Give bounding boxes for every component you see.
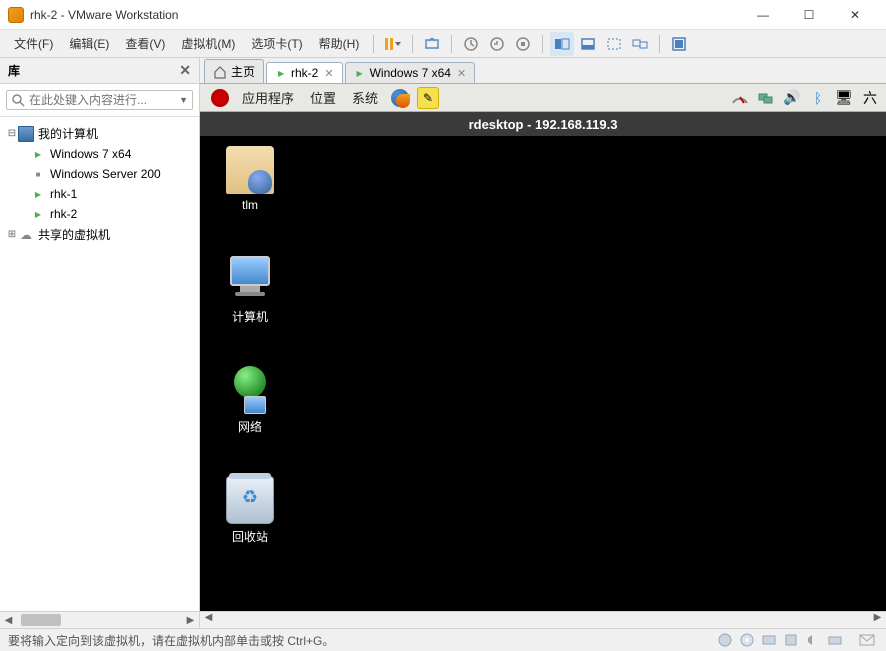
- title-bar: rhk-2 - VMware Workstation — ☐ ✕: [0, 0, 886, 30]
- menu-bar: 文件(F) 编辑(E) 查看(V) 虚拟机(M) 选项卡(T) 帮助(H): [0, 30, 886, 58]
- gnome-system[interactable]: 系统: [344, 85, 386, 110]
- tab-win7[interactable]: Windows 7 x64 ✕: [345, 62, 476, 83]
- display-tray-icon[interactable]: 🖥: [834, 88, 854, 108]
- revert-button[interactable]: [485, 32, 509, 56]
- gnome-applications[interactable]: 应用程序: [234, 85, 302, 110]
- meter-icon[interactable]: [730, 88, 750, 108]
- guest-display[interactable]: rdesktop - 192.168.119.3 tlm 计算机 网络 回收站: [200, 112, 886, 611]
- status-cd-icon[interactable]: [738, 632, 756, 648]
- sidebar-close-button[interactable]: ✕: [179, 62, 191, 79]
- rdesktop-titlebar[interactable]: rdesktop - 192.168.119.3: [200, 112, 886, 136]
- status-net-icon[interactable]: [760, 632, 778, 648]
- menu-file[interactable]: 文件(F): [6, 31, 61, 56]
- fullscreen-button[interactable]: [667, 32, 691, 56]
- library-sidebar: 库 ✕ ▼ ⊟ 我的计算机 Windows 7 x64 Windows Serv…: [0, 58, 200, 628]
- menu-edit[interactable]: 编辑(E): [61, 31, 117, 56]
- unity-button[interactable]: [550, 32, 574, 56]
- tree-vm-rhk1[interactable]: rhk-1: [2, 184, 197, 204]
- desktop-icon-computer[interactable]: 计算机: [210, 256, 290, 325]
- tab-home[interactable]: 主页: [204, 59, 264, 83]
- menu-tabs[interactable]: 选项卡(T): [243, 31, 310, 56]
- volume-icon[interactable]: 🔊: [782, 88, 802, 108]
- minimize-button[interactable]: —: [740, 0, 786, 30]
- desktop-icon-tlm[interactable]: tlm: [210, 146, 290, 212]
- tab-close-icon[interactable]: ✕: [324, 67, 333, 80]
- tree-my-computer[interactable]: ⊟ 我的计算机: [2, 123, 197, 144]
- tree-vm-winserver[interactable]: Windows Server 200: [2, 164, 197, 184]
- search-dropdown[interactable]: ▼: [179, 95, 188, 105]
- workspace-indicator[interactable]: 六: [860, 88, 880, 108]
- tab-rhk2[interactable]: rhk-2 ✕: [266, 62, 343, 83]
- search-box[interactable]: ▼: [6, 90, 193, 110]
- desktop-icon-trash[interactable]: 回收站: [210, 476, 290, 545]
- tree-root-label: 我的计算机: [38, 125, 98, 142]
- window-title: rhk-2 - VMware Workstation: [30, 8, 740, 22]
- vm-tree: ⊟ 我的计算机 Windows 7 x64 Windows Server 200…: [0, 117, 199, 611]
- status-usb-icon[interactable]: [782, 632, 800, 648]
- view-stretch-button[interactable]: [602, 32, 626, 56]
- network-icon: [226, 366, 274, 414]
- desktop-icon-network[interactable]: 网络: [210, 366, 290, 435]
- tab-bar: 主页 rhk-2 ✕ Windows 7 x64 ✕: [200, 58, 886, 84]
- status-bar: 要将输入定向到该虚拟机，请在虚拟机内部单击或按 Ctrl+G。: [0, 628, 886, 651]
- content-scrollbar[interactable]: ◀▶: [200, 611, 886, 628]
- sidebar-scrollbar[interactable]: ◀▶: [0, 611, 199, 628]
- app-icon: [8, 7, 24, 23]
- trash-icon: [226, 476, 274, 524]
- notes-icon[interactable]: ✎: [417, 87, 439, 109]
- view-console-button[interactable]: [576, 32, 600, 56]
- firefox-icon[interactable]: [389, 87, 411, 109]
- menu-help[interactable]: 帮助(H): [311, 31, 368, 56]
- tree-vm-rhk2[interactable]: rhk-2: [2, 204, 197, 224]
- network-tray-icon[interactable]: [756, 88, 776, 108]
- pause-button[interactable]: [381, 32, 405, 56]
- tree-shared[interactable]: ⊞☁ 共享的虚拟机: [2, 224, 197, 245]
- status-msg-icon[interactable]: [858, 632, 876, 648]
- gnome-panel: 应用程序 位置 系统 ✎ 🔊 ᛒ 🖥 六: [200, 84, 886, 112]
- redhat-icon[interactable]: [209, 87, 231, 109]
- bluetooth-icon[interactable]: ᛒ: [808, 88, 828, 108]
- sidebar-title: 库: [8, 62, 20, 79]
- menu-vm[interactable]: 虚拟机(M): [173, 31, 243, 56]
- tree-vm-win7[interactable]: Windows 7 x64: [2, 144, 197, 164]
- search-icon: [11, 93, 25, 107]
- view-multimon-button[interactable]: [628, 32, 652, 56]
- gnome-places[interactable]: 位置: [302, 85, 344, 110]
- tab-close-icon[interactable]: ✕: [457, 67, 466, 80]
- maximize-button[interactable]: ☐: [786, 0, 832, 30]
- status-printer-icon[interactable]: [826, 632, 844, 648]
- menu-view[interactable]: 查看(V): [117, 31, 173, 56]
- search-input[interactable]: [29, 93, 179, 107]
- close-button[interactable]: ✕: [832, 0, 878, 30]
- snapshot-button[interactable]: [459, 32, 483, 56]
- home-icon: [213, 65, 227, 79]
- status-disk-icon[interactable]: [716, 632, 734, 648]
- send-ctrlaltdel-button[interactable]: [420, 32, 444, 56]
- folder-user-icon: [226, 146, 274, 194]
- status-sound-icon[interactable]: [804, 632, 822, 648]
- status-text: 要将输入定向到该虚拟机，请在虚拟机内部单击或按 Ctrl+G。: [8, 632, 334, 649]
- computer-icon: [226, 256, 274, 304]
- snapshot-mgr-button[interactable]: [511, 32, 535, 56]
